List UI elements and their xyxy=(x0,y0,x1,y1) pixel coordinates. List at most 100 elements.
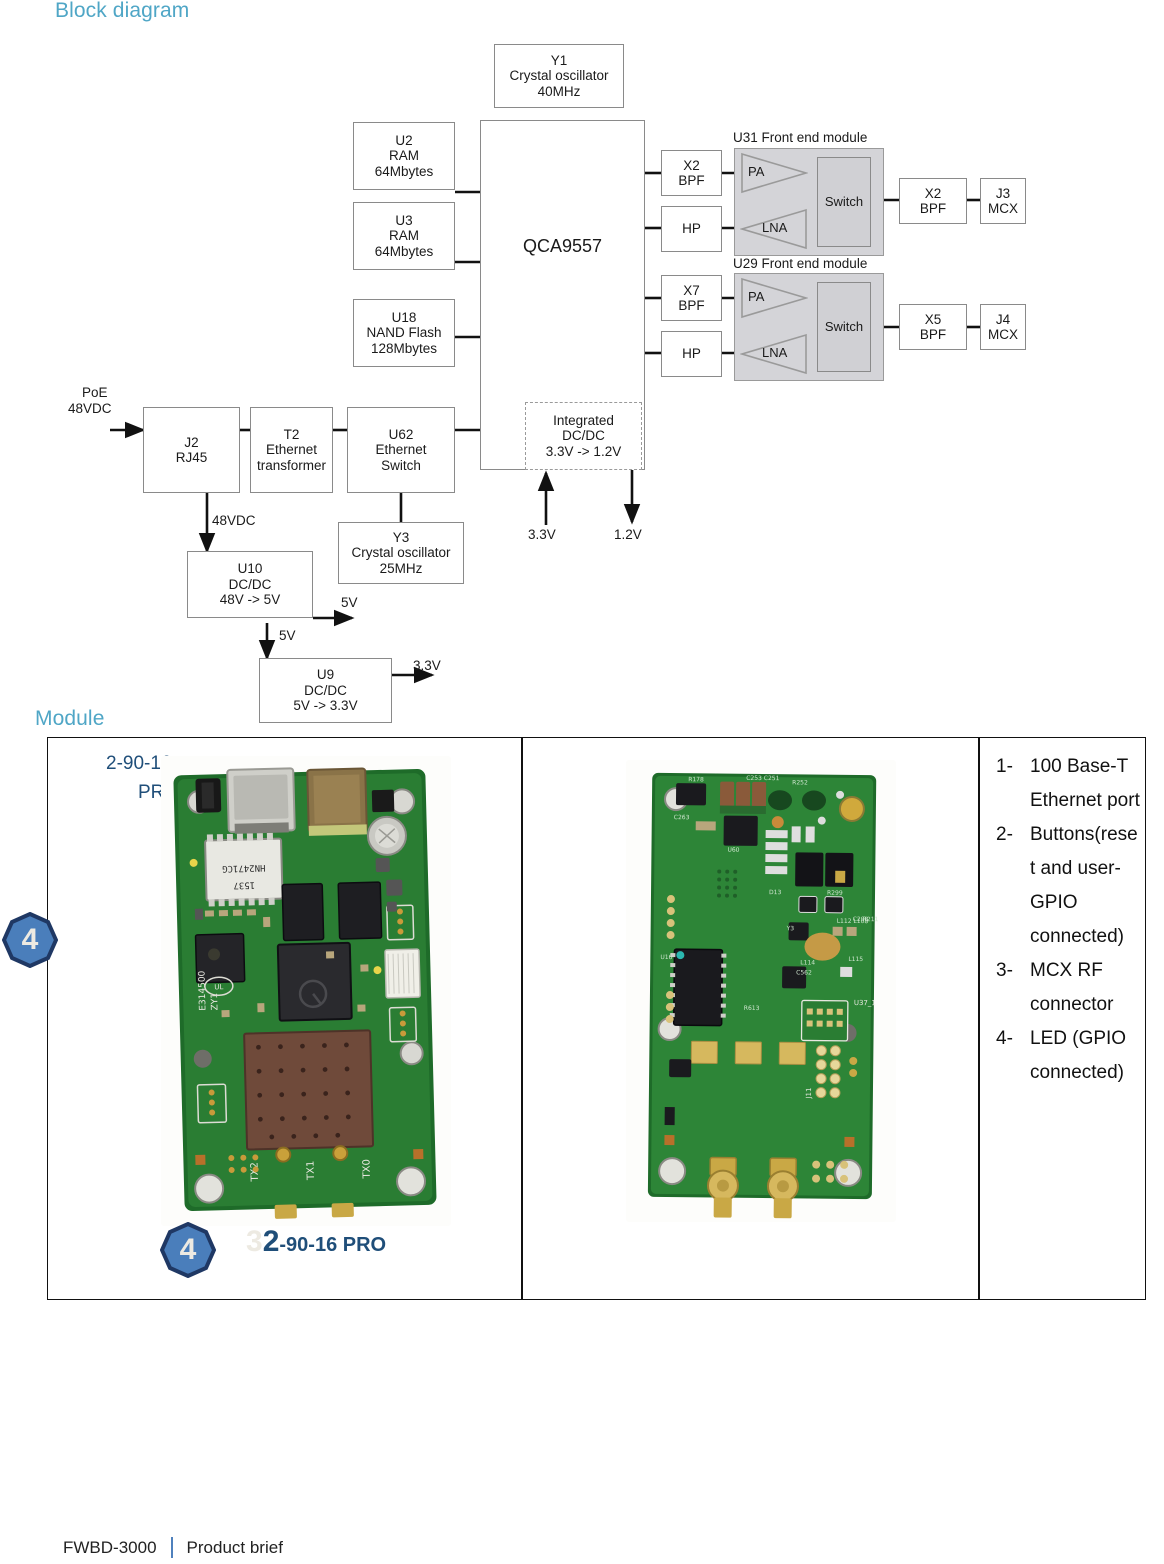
block-x5-bpf-out: X5 BPF xyxy=(899,304,967,350)
legend-text: MCX RF connector xyxy=(1030,960,1114,1015)
page-title-module: Module xyxy=(35,707,105,730)
u9-line3: 5V -> 3.3V xyxy=(293,698,358,714)
list-item: 1- 100 Base-T Ethernet port xyxy=(996,750,1141,818)
u10-line2: DC/DC xyxy=(228,576,272,592)
x2-bpf-in-line1: X2 xyxy=(683,157,700,173)
dcdc-line3: 3.3V -> 1.2V xyxy=(545,443,622,459)
caption-blue-rest: -90-16 PRO xyxy=(279,1234,387,1256)
x2-out-line2: BPF xyxy=(919,201,947,216)
u2-line3: 64Mbytes xyxy=(374,163,434,179)
u31-front-end-module-title: U31 Front end module xyxy=(733,130,868,145)
hp-top-label: HP xyxy=(682,221,701,237)
u10-line1: U10 xyxy=(237,561,263,577)
svg-text:U16: U16 xyxy=(660,954,672,961)
block-t2-ethernet-transformer: T2 Ethernet transformer xyxy=(250,407,333,493)
u3-line3: 64Mbytes xyxy=(374,243,434,259)
u18-line1: U18 xyxy=(391,309,417,325)
label-poe-line1: PoE xyxy=(82,385,108,400)
legend-number: 2- xyxy=(996,824,1013,845)
block-diagram: Y1 Crystal oscillator 40MHz QCA9557 Inte… xyxy=(0,30,1164,723)
u10-line3: 48V -> 5V xyxy=(219,592,281,608)
caption-blue-2: 2 xyxy=(262,1225,280,1258)
svg-text:D13: D13 xyxy=(769,889,782,896)
legend-number: 3- xyxy=(996,960,1013,981)
svg-text:R613: R613 xyxy=(744,1005,760,1012)
footer-divider xyxy=(170,1537,173,1558)
y3-line3: 25MHz xyxy=(379,560,423,576)
svg-text:C263: C263 xyxy=(674,814,690,821)
legend-text: LED (GPIO connected) xyxy=(1030,1028,1127,1083)
dcdc-line2: DC/DC xyxy=(562,428,605,444)
block-j4-mcx: J4 MCX xyxy=(980,304,1026,350)
label-3v3-in: 3.3V xyxy=(528,527,556,542)
u3-line2: RAM xyxy=(389,228,419,244)
x7-bpf-line1: X7 xyxy=(683,282,700,298)
svg-text:TX1: TX1 xyxy=(305,1160,317,1181)
t2-line3: transformer xyxy=(256,457,327,473)
pcb-back-photo: U37_1 J11 R178 C253 C251 R252 C263 U60 D… xyxy=(626,760,896,1222)
legend-number: 4- xyxy=(996,1028,1013,1049)
list-item: 2- Buttons(reset and user-GPIO connected… xyxy=(996,818,1141,954)
j4-line2: MCX xyxy=(988,327,1018,342)
block-switch-bottom: Switch xyxy=(817,282,871,372)
y3-line2: Crystal oscillator xyxy=(351,545,451,561)
callout-badge-4-bottom: 4 xyxy=(160,1222,216,1278)
label-3v3-out: 3.3V xyxy=(413,658,441,673)
pa-top-label: PA xyxy=(748,164,765,179)
block-u2-ram: U2 RAM 64Mbytes xyxy=(353,122,455,190)
y1-line2: Crystal oscillator xyxy=(509,68,609,84)
block-u18-nand-flash: U18 NAND Flash 128Mbytes xyxy=(353,299,455,367)
hp-bottom-label: HP xyxy=(682,346,701,362)
x2-out-line1: X2 xyxy=(924,185,942,201)
t2-line1: T2 xyxy=(283,426,300,442)
svg-text:L114: L114 xyxy=(800,959,815,966)
svg-text:UL: UL xyxy=(214,983,223,991)
module-table: 2-90-16 PRO HN2471CG 1537 E314500 ZY1 UL… xyxy=(47,737,1146,1300)
block-u9-dcdc: U9 DC/DC 5V -> 3.3V xyxy=(259,658,392,723)
u62-line3: Switch xyxy=(381,457,421,473)
callout-badge-number: 4 xyxy=(179,1233,197,1266)
svg-text:TX0: TX0 xyxy=(361,1159,373,1180)
block-x2-bpf-in: X2 BPF xyxy=(661,150,722,196)
svg-text:L112 L108: L112 L108 xyxy=(837,918,869,925)
block-j3-mcx: J3 MCX xyxy=(980,178,1026,224)
block-hp-bottom: HP xyxy=(661,331,722,377)
block-u3-ram: U3 RAM 64Mbytes xyxy=(353,202,455,270)
pa-bottom-label: PA xyxy=(748,289,765,304)
label-48vdc: 48VDC xyxy=(212,513,256,528)
lna-top-label: LNA xyxy=(762,220,788,235)
u2-line1: U2 xyxy=(395,132,413,148)
block-y1-crystal: Y1 Crystal oscillator 40MHz xyxy=(494,44,624,108)
y1-line1: Y1 xyxy=(550,52,568,68)
y3-line1: Y3 xyxy=(392,529,410,545)
block-y3-crystal: Y3 Crystal oscillator 25MHz xyxy=(338,522,464,584)
svg-text:HN2471CG: HN2471CG xyxy=(222,862,266,873)
label-1v2-out: 1.2V xyxy=(614,527,642,542)
u9-line1: U9 xyxy=(316,667,335,683)
list-item: 3- MCX RF connector xyxy=(996,954,1141,1022)
list-item: 4- LED (GPIO connected) xyxy=(996,1022,1141,1090)
table-column-divider-1 xyxy=(521,738,523,1299)
callout-badge-4-left: 4 xyxy=(2,912,58,968)
svg-text:J11: J11 xyxy=(805,1087,813,1099)
module-caption-bottom: 32-90-16 PRO xyxy=(246,1225,386,1259)
svg-text:R299: R299 xyxy=(827,890,843,897)
t2-line2: Ethernet xyxy=(265,442,318,458)
svg-text:Y3: Y3 xyxy=(786,925,795,932)
switch-bottom-label: Switch xyxy=(824,319,864,335)
legend-number: 1- xyxy=(996,756,1013,777)
u18-line2: NAND Flash xyxy=(366,325,442,341)
svg-text:C253 C251: C253 C251 xyxy=(746,775,779,782)
u9-line2: DC/DC xyxy=(304,682,347,698)
svg-text:R252: R252 xyxy=(792,779,808,786)
caption-grey-3: 3 xyxy=(246,1225,263,1258)
svg-text:U60: U60 xyxy=(727,847,739,854)
u29-front-end-module-title: U29 Front end module xyxy=(733,256,868,271)
page-title-block-diagram: Block diagram xyxy=(55,0,190,22)
j2-line1: J2 xyxy=(184,434,199,450)
svg-text:U37_1: U37_1 xyxy=(854,999,876,1007)
page-footer: FWBD-3000 Product brief xyxy=(63,1537,283,1558)
block-x2-bpf-out: X2 BPF xyxy=(899,178,967,224)
x7-bpf-line2: BPF xyxy=(678,298,705,313)
lna-bottom-label: LNA xyxy=(762,345,788,360)
